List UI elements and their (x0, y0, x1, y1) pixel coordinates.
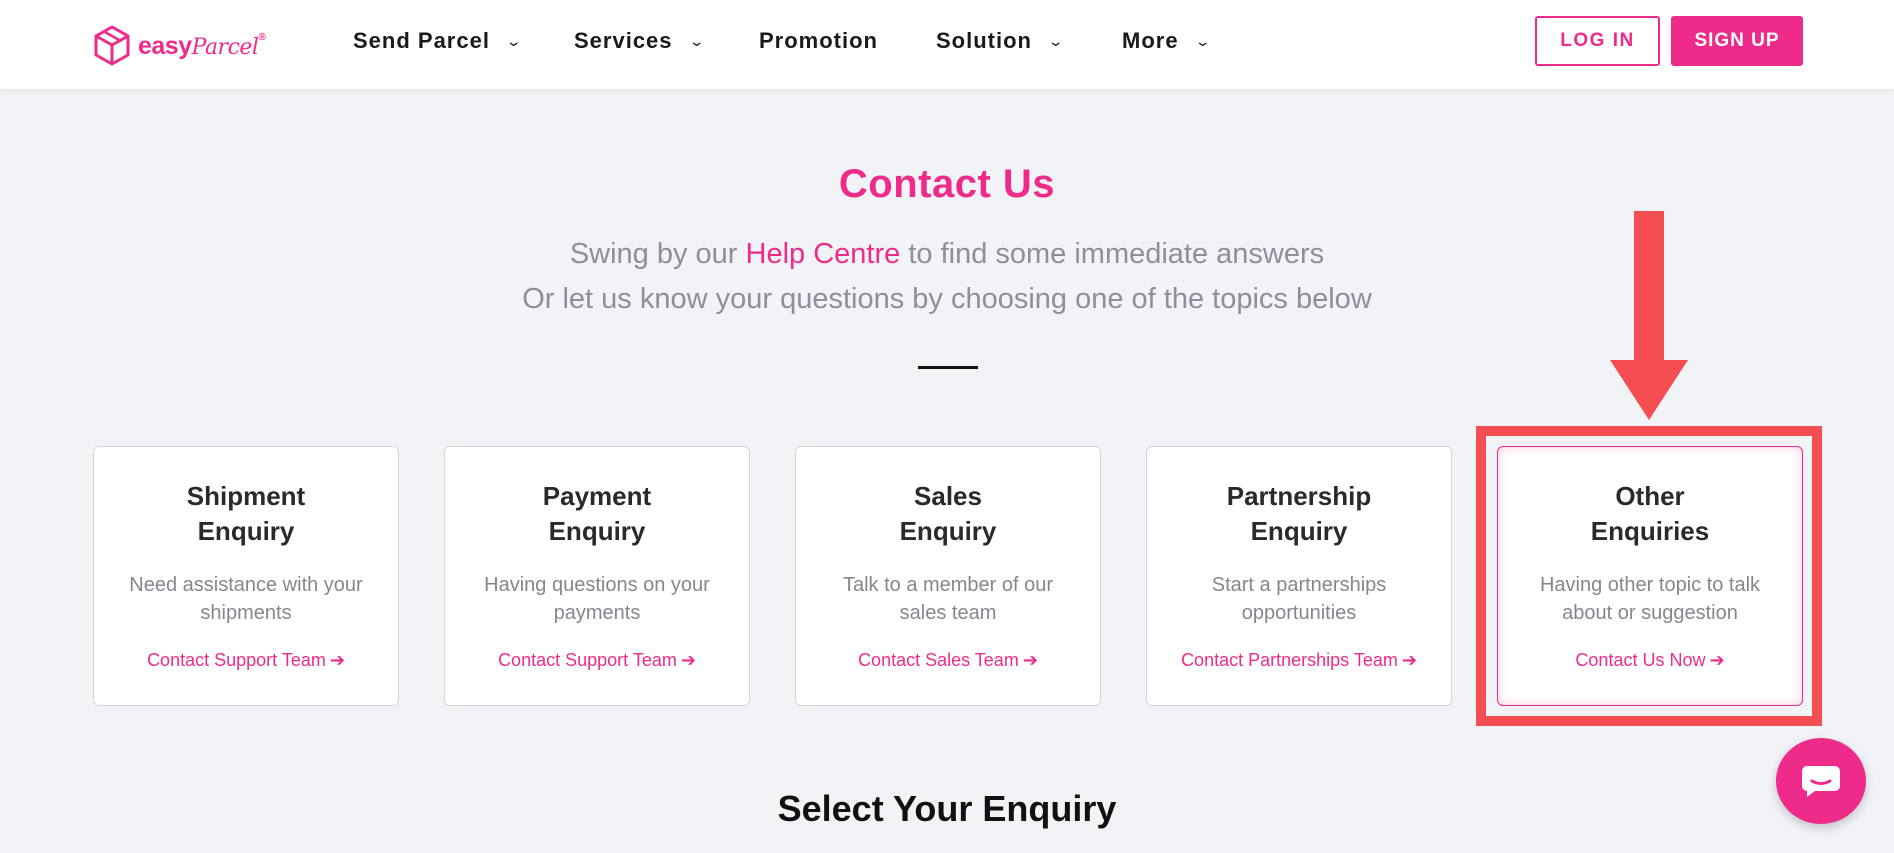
help-centre-link[interactable]: Help Centre (746, 238, 901, 270)
arrow-right-icon: ➔ (1022, 650, 1038, 670)
easyparcel-logo[interactable]: easyParcel® (92, 24, 266, 68)
hero-subtitle-line-1: Swing by our Help Centre to find some im… (0, 238, 1894, 271)
other-enquiries-card[interactable]: Other Enquiries Having other topic to tal… (1497, 446, 1803, 706)
signup-button[interactable]: SIGN UP (1671, 16, 1803, 66)
chat-icon (1802, 766, 1840, 797)
nav-send-parcel[interactable]: Send Parcel ⌄ (353, 26, 524, 56)
page-title: Contact Us (838, 162, 1056, 206)
arrow-right-icon: ➔ (1709, 650, 1725, 670)
chevron-down-icon: ⌄ (505, 32, 524, 49)
payment-enquiry-card[interactable]: Payment Enquiry Having questions on your p… (444, 446, 750, 706)
card-description: Talk to a member of our sales team (842, 574, 1054, 624)
card-title: Payment Enquiry (542, 481, 652, 546)
box-icon (94, 25, 130, 66)
select-enquiry-heading: Select Your Enquiry (777, 788, 1117, 829)
top-navigation-bar: easyParcel® Send Parcel ⌄ Services ⌄ Pro… (0, 0, 1894, 89)
arrow-right-icon: ➔ (329, 650, 345, 670)
card-description: Start a partnerships opportunities (1211, 574, 1387, 624)
chevron-down-icon: ⌄ (687, 32, 706, 49)
nav-services-label: Services (574, 28, 673, 53)
card-title: Sales Enquiry (899, 481, 997, 546)
sales-enquiry-card[interactable]: Sales Enquiry Talk to a member of our sale… (795, 446, 1101, 706)
card-description: Need assistance with your shipments (129, 574, 363, 624)
card-description: Having questions on your payments (484, 574, 710, 624)
nav-more[interactable]: More ⌄ (1122, 26, 1212, 56)
card-description: Having other topic to talk about or sugge… (1539, 574, 1761, 624)
contact-sales-team-link[interactable]: Contact Sales Team ➔ (796, 650, 1100, 671)
contact-us-now-link[interactable]: Contact Us Now ➔ (1498, 650, 1802, 671)
contact-support-team-link[interactable]: Contact Support Team ➔ (445, 650, 749, 671)
login-button[interactable]: LOG IN (1535, 16, 1660, 66)
nav-services[interactable]: Services ⌄ (574, 26, 706, 56)
nav-solution-label: Solution (936, 28, 1032, 53)
nav-promotion-label: Promotion (759, 28, 878, 53)
card-title: Partnership Enquiry (1226, 481, 1372, 546)
card-title: Other Enquiries (1590, 481, 1710, 546)
nav-more-label: More (1122, 28, 1179, 53)
divider (918, 366, 978, 369)
nav-solution[interactable]: Solution ⌄ (936, 26, 1066, 56)
annotation-arrow-shaft (1634, 211, 1664, 361)
arrow-down-icon (1610, 360, 1688, 420)
chevron-down-icon: ⌄ (1194, 32, 1212, 49)
nav-promotion[interactable]: Promotion (759, 26, 878, 56)
chevron-down-icon: ⌄ (1047, 32, 1066, 49)
arrow-right-icon: ➔ (680, 650, 696, 670)
partnership-enquiry-card[interactable]: Partnership Enquiry Start a partnerships o… (1146, 446, 1452, 706)
subtitle-text: to find some immediate answers (900, 238, 1325, 270)
card-title: Shipment Enquiry (186, 481, 306, 546)
hero-subtitle-line-2: Or let us know your questions by choosin… (522, 283, 1372, 315)
arrow-right-icon: ➔ (1401, 650, 1417, 670)
contact-support-team-link[interactable]: Contact Support Team ➔ (94, 650, 398, 671)
subtitle-text: Swing by our (569, 238, 746, 270)
nav-send-parcel-label: Send Parcel (353, 28, 490, 53)
logo-wordmark: easyParcel® (138, 31, 266, 60)
shipment-enquiry-card[interactable]: Shipment Enquiry Need assistance with you… (93, 446, 399, 706)
chat-button[interactable] (1776, 738, 1866, 824)
contact-partnerships-team-link[interactable]: Contact Partnerships Team ➔ (1147, 650, 1451, 671)
